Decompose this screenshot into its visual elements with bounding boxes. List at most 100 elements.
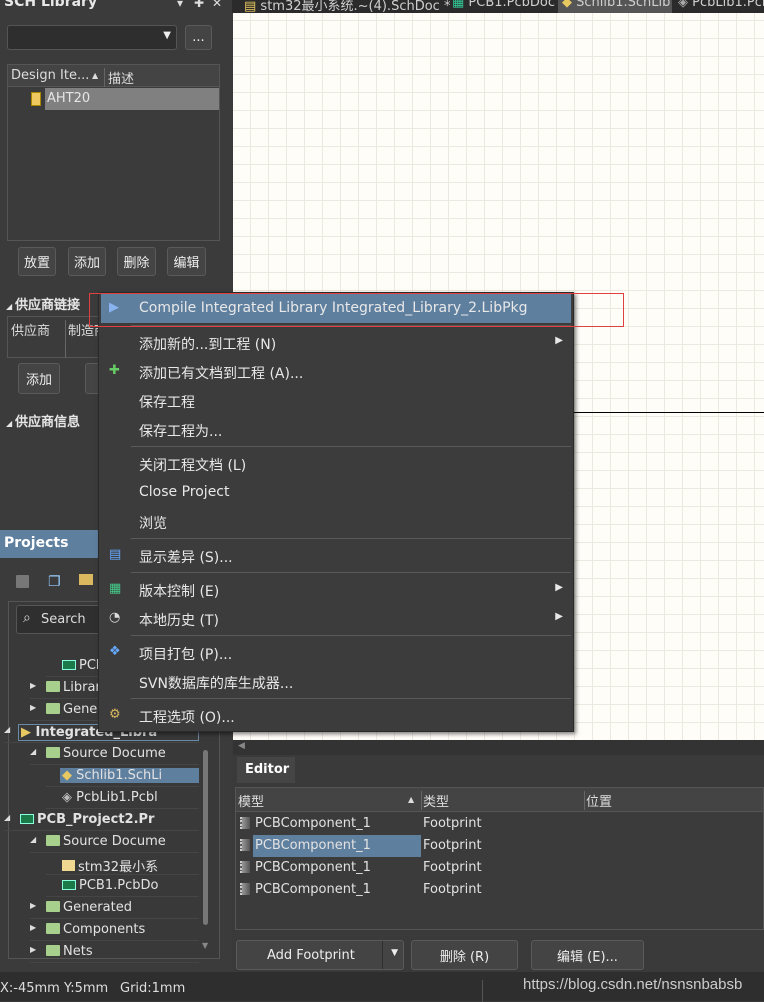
pcbproj-icon-and-label: PCB_Project2.Pr <box>18 812 199 827</box>
menu-item[interactable]: ✚ 添加已有文档到工程 (A)... <box>101 357 571 386</box>
design-items-table: Design Ite... ▲ 描述 AHT20 <box>7 64 220 241</box>
table-row[interactable]: PCBComponent_1 Footprint <box>236 857 763 879</box>
footprint-icon <box>240 861 250 873</box>
folder-icon-and-label: Components <box>44 922 199 937</box>
menu-item[interactable]: ▤ 显示差异 (S)... <box>101 541 571 570</box>
tree-item[interactable]: ▶ Components <box>30 919 199 941</box>
pin-dropdown-icon[interactable]: ▾ <box>177 0 183 10</box>
expand-toggle-icon[interactable]: ◢ <box>4 813 10 822</box>
scroll-down-icon[interactable]: ▼ <box>202 941 208 950</box>
expand-toggle-icon[interactable]: ▶ <box>30 901 36 910</box>
tab-schlib[interactable]: ◆ Schlib1.SchLib <box>558 0 672 13</box>
footprint-icon <box>240 883 250 895</box>
sort-asc-icon: ▲ <box>408 795 415 804</box>
scroll-left-icon[interactable]: ◀ <box>238 741 245 751</box>
add-button[interactable]: 添加 <box>68 247 106 276</box>
supplier-add-button[interactable]: 添加 <box>18 363 60 394</box>
place-button[interactable]: 放置 <box>18 247 56 276</box>
model-type: Footprint <box>423 860 482 875</box>
delete-button[interactable]: 删除 <box>117 247 156 276</box>
footprint-icon <box>240 817 250 829</box>
browse-button[interactable]: ... <box>185 25 212 50</box>
grid-size: Grid:1mm <box>120 981 186 996</box>
expand-toggle-icon[interactable]: ▶ <box>30 681 36 690</box>
tree-scrollbar[interactable] <box>203 750 208 925</box>
chevron-down-icon[interactable]: ▼ <box>391 948 398 958</box>
horizontal-scrollbar[interactable]: ◀ <box>233 740 764 755</box>
menu-item[interactable]: 浏览 <box>101 507 571 536</box>
expand-toggle-icon[interactable]: ◢ <box>30 747 36 756</box>
pin-icon[interactable]: ✚ <box>194 0 204 10</box>
tab-pcbdoc[interactable]: ▦ PCB1.PcbDoc <box>448 0 556 13</box>
menu-item[interactable]: ❖ 项目打包 (P)... <box>101 638 571 667</box>
sort-asc-icon: ▲ <box>92 71 99 80</box>
submenu-arrow-icon: ▶ <box>555 582 563 593</box>
add-footprint-button[interactable]: Add Footprint ▼ <box>236 940 404 970</box>
component-icon <box>31 92 41 106</box>
menu-item[interactable]: 关闭工程文档 (L) <box>101 449 571 478</box>
tree-item[interactable]: ◆ Schlib1.SchLi <box>46 765 199 787</box>
folder-icon-and-label: Source Docume <box>44 834 199 849</box>
filter-dropdown[interactable]: ▼ <box>7 25 177 50</box>
column-model[interactable]: 模型 <box>238 791 264 810</box>
tree-item[interactable]: ◢ PCB_Project2.Pr <box>4 809 199 831</box>
copy-icon[interactable]: ❐ <box>48 574 61 590</box>
column-description[interactable]: 描述 <box>104 68 134 87</box>
supplier-links-header[interactable]: ◢ 供应商链接 <box>6 294 80 313</box>
menu-item[interactable]: Close Project <box>101 478 571 507</box>
menu-separator <box>131 572 571 573</box>
expand-toggle-icon[interactable]: ▶ <box>30 945 36 954</box>
menu-item[interactable]: SVN数据库的库生成器... <box>101 667 571 696</box>
column-design-item[interactable]: Design Ite... <box>11 68 89 83</box>
tree-item[interactable]: ▶ Generated <box>30 897 199 919</box>
expand-toggle-icon[interactable]: ◢ <box>30 835 36 844</box>
tab-pcblib[interactable]: ◈ PcbLib1.PcbLib <box>674 0 764 13</box>
tree-item[interactable]: PCB1.PcbDo <box>46 875 199 897</box>
list-item[interactable]: AHT20 <box>8 88 219 110</box>
column-type[interactable]: 类型 <box>421 791 449 810</box>
column-location[interactable]: 位置 <box>584 791 612 810</box>
item-name: AHT20 <box>45 88 219 110</box>
close-icon[interactable]: ✕ <box>212 0 222 10</box>
tree-item[interactable]: ◈ PcbLib1.Pcbl <box>46 787 199 809</box>
tree-item[interactable]: ◢ Source Docume <box>30 831 199 853</box>
expand-toggle-icon[interactable]: ◢ <box>4 725 10 734</box>
edit-footprint-button[interactable]: 编辑 (E)... <box>531 940 644 970</box>
schlib-icon-and-label: ◆ Schlib1.SchLi <box>60 768 199 783</box>
column-supplier[interactable]: 供应商 <box>11 320 50 339</box>
delete-footprint-button[interactable]: 删除 (R) <box>411 940 518 970</box>
table-row[interactable]: PCBComponent_1 Footprint <box>236 835 763 857</box>
menu-item[interactable]: ⚙ 工程选项 (O)... <box>101 701 571 730</box>
cursor-coordinates: X:-45mm Y:5mm <box>0 981 109 996</box>
pcb-icon-and-label: PCB1.PcbDo <box>60 878 199 893</box>
tree-item[interactable]: ◢ Source Docume <box>30 743 199 765</box>
edit-button[interactable]: 编辑 <box>167 247 206 276</box>
submenu-arrow-icon: ▶ <box>555 611 563 622</box>
supplier-info-header[interactable]: ◢ 供应商信息 <box>6 411 80 430</box>
tree-item[interactable]: ▶ Nets <box>30 941 199 963</box>
diff-icon: ▤ <box>109 547 122 562</box>
table-row[interactable]: PCBComponent_1 Footprint <box>236 813 763 835</box>
menu-item[interactable]: 添加新的...到工程 (N) ▶ <box>101 328 571 357</box>
model-name: PCBComponent_1 <box>255 816 371 831</box>
menu-separator <box>131 538 571 539</box>
search-icon: ⌕ <box>23 610 31 626</box>
menu-item[interactable]: ▦ 版本控制 (E) ▶ <box>101 575 571 604</box>
table-row[interactable]: PCBComponent_1 Footprint <box>236 879 763 901</box>
watermark: https://blog.csdn.net/nsnsnbabsb <box>523 976 743 993</box>
menu-item[interactable]: ◔ 本地历史 (T) ▶ <box>101 604 571 633</box>
menu-item[interactable]: 保存工程为... <box>101 415 571 444</box>
tree-item[interactable]: stm32最小系 <box>46 853 199 875</box>
tab-editor[interactable]: Editor <box>237 757 295 783</box>
expand-toggle-icon[interactable]: ▶ <box>30 703 36 712</box>
add-existing-icon: ✚ <box>109 363 120 378</box>
status-divider <box>482 980 483 1002</box>
schdoc-icon-and-label: stm32最小系 <box>60 856 199 874</box>
package-icon: ❖ <box>109 644 121 659</box>
menu-separator <box>131 446 571 447</box>
save-icon[interactable] <box>16 575 29 588</box>
tab-schdoc[interactable]: ▤ stm32最小系统.~(4).SchDoc * <box>240 0 450 13</box>
folder-search-icon[interactable] <box>79 574 93 585</box>
expand-toggle-icon[interactable]: ▶ <box>30 923 36 932</box>
menu-item[interactable]: 保存工程 <box>101 386 571 415</box>
